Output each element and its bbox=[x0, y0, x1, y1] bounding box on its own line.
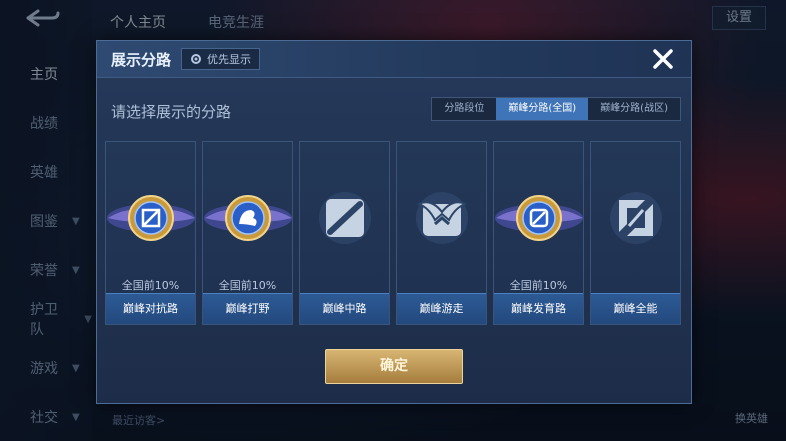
rank-text: 全国前10% bbox=[509, 279, 568, 292]
lane-display-dialog: 展示分路 优先显示 请选择展示的分路 分路段位 巅峰分路(全国) 巅峰分路(战区… bbox=[96, 40, 692, 404]
lane-label: 巅峰对抗路 bbox=[106, 293, 195, 324]
segment-peak-region[interactable]: 巅峰分路(战区) bbox=[588, 98, 680, 120]
dialog-title: 展示分路 bbox=[111, 51, 172, 69]
lane-label: 巅峰游走 bbox=[397, 293, 486, 324]
segment-lane-rank[interactable]: 分路段位 bbox=[432, 98, 496, 120]
all-round-emblem-icon bbox=[610, 192, 662, 244]
lane-source-segmented-control: 分路段位 巅峰分路(全国) 巅峰分路(战区) bbox=[431, 97, 681, 121]
roam-emblem-icon bbox=[416, 192, 468, 244]
lane-label: 巅峰全能 bbox=[591, 293, 680, 324]
close-icon[interactable] bbox=[649, 45, 677, 73]
lane-label: 巅峰打野 bbox=[203, 293, 292, 324]
priority-display-button[interactable]: 优先显示 bbox=[181, 48, 260, 70]
lane-card-all-round[interactable]: 巅峰全能 bbox=[590, 141, 681, 325]
lane-card-farm[interactable]: 全国前10% 巅峰发育路 bbox=[493, 141, 584, 325]
rank-text: 全国前10% bbox=[121, 279, 180, 292]
lane-card-mid[interactable]: 巅峰中路 bbox=[299, 141, 390, 325]
clash-lane-emblem-icon bbox=[107, 195, 195, 241]
lane-label: 巅峰中路 bbox=[300, 293, 389, 324]
lane-label: 巅峰发育路 bbox=[494, 293, 583, 324]
confirm-button[interactable]: 确定 bbox=[325, 349, 463, 384]
lane-card-clash[interactable]: 全国前10% 巅峰对抗路 bbox=[105, 141, 196, 325]
gear-icon bbox=[191, 54, 201, 64]
jungle-emblem-icon bbox=[204, 195, 292, 241]
farm-lane-emblem-icon bbox=[495, 195, 583, 241]
lane-card-jungle[interactable]: 全国前10% 巅峰打野 bbox=[202, 141, 293, 325]
dialog-header: 展示分路 优先显示 bbox=[97, 41, 691, 78]
mid-lane-emblem-icon bbox=[319, 192, 371, 244]
lane-card-roam[interactable]: 巅峰游走 bbox=[396, 141, 487, 325]
dialog-subtitle: 请选择展示的分路 bbox=[111, 103, 232, 121]
segment-peak-national[interactable]: 巅峰分路(全国) bbox=[496, 98, 589, 120]
rank-text: 全国前10% bbox=[218, 279, 277, 292]
priority-label: 优先显示 bbox=[207, 53, 251, 66]
lane-card-list: 全国前10% 巅峰对抗路 全国前10% 巅峰打野 巅峰中路 巅峰游走 全国前10… bbox=[105, 141, 681, 325]
